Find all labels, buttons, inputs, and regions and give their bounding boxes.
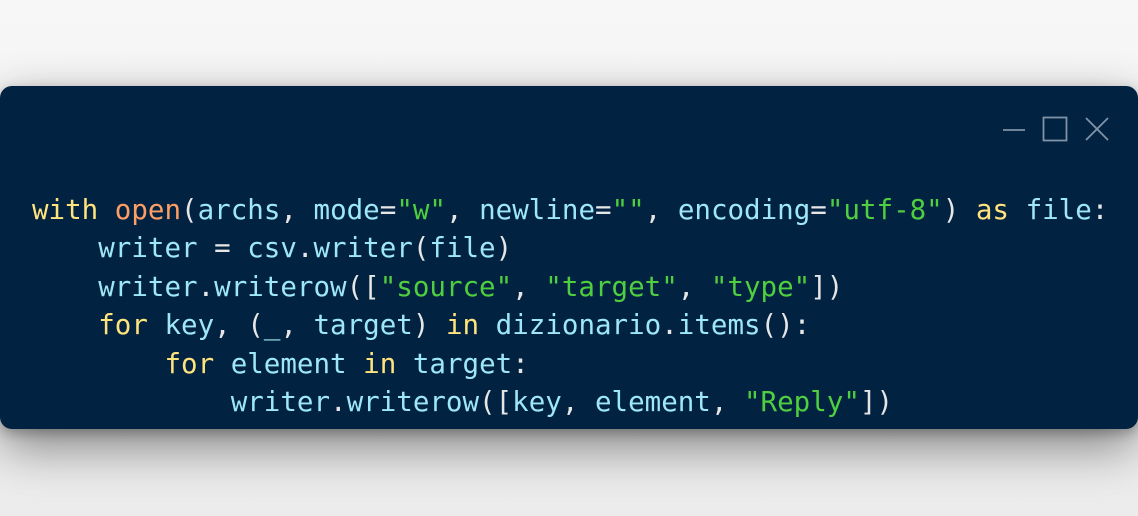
code-token: open [114,194,182,226]
code-token: writer [98,270,198,303]
code-token: , [561,385,595,418]
code-token: . [661,309,678,342]
code-token: for [164,347,215,380]
code-token: writer [313,232,413,265]
window-controls [1002,116,1110,142]
close-icon [1085,117,1109,141]
code-token: "utf-8" [826,194,943,226]
code-token: with [32,194,99,226]
maximize-icon [1042,116,1068,142]
code-token: in [445,309,480,342]
code-token: , ( [214,309,264,342]
code-token: writerow [346,385,480,418]
code-token: encoding [677,194,811,226]
code-token: as [975,194,1009,226]
minimize-icon [1003,129,1025,131]
code-token: items [677,309,761,342]
code-token: , [710,385,744,418]
code-token: dizionario [495,309,662,342]
code-window: with open(archs, mode="w", newline="", e… [0,86,1138,429]
code-token: writer [230,385,331,418]
code-token: . [330,385,347,418]
code-line: writer.writerow([key, element, "Reply"]) [32,383,1108,421]
code-token: archs [197,194,281,226]
code-line: for key, (_, target) in dizionario.items… [32,306,1108,344]
code-token: (): [760,309,811,342]
code-token: = [595,194,612,226]
code-token: "type" [710,270,811,303]
code-token: ]) [859,385,894,418]
code-token: target [412,347,513,380]
close-button[interactable] [1084,116,1110,142]
code-token: target [313,309,413,342]
code-token: . [296,232,314,265]
code-token: ) [942,194,976,226]
code-token: key [512,385,562,418]
code-token: , [512,270,546,303]
code-token: ( [412,232,430,265]
code-token: , [644,194,678,226]
code-token: ) [412,309,446,342]
code-token: , [445,194,480,226]
code-token: ( [181,194,198,226]
code-token: "" [611,194,645,226]
code-token: mode [313,194,380,226]
code-token: = [379,194,397,226]
code-token: "Reply" [744,385,860,418]
code-token: . [197,270,215,303]
code-line: writer.writerow(["source", "target", "ty… [32,268,1108,306]
code-token: ([ [346,270,380,303]
code-token: = [810,194,827,226]
code-token: "w" [396,194,446,226]
code-token: _ [263,309,281,342]
code-token: newline [479,194,596,226]
code-token: key [164,309,215,342]
code-token: ]) [810,270,844,303]
code-token: for [98,309,148,342]
code-token: file [1025,194,1092,226]
code-token: "source" [379,270,513,303]
code-token: writer [98,232,198,265]
code-token: : [512,347,529,380]
code-token: csv [247,232,297,265]
code-token: ) [495,232,513,265]
code-token: element [230,347,347,380]
code-token: writerow [214,270,347,303]
code-token: ([ [479,385,513,418]
code-token: element [594,385,711,418]
code-token: , [280,309,314,342]
code-line: for element in target: [32,345,1108,383]
minimize-button[interactable] [1002,117,1026,141]
maximize-button[interactable] [1042,116,1068,142]
code-token: , [677,270,711,303]
code-line: with open(archs, mode="w", newline="", e… [32,191,1108,229]
code-token: = [197,232,248,265]
code-token: : [1091,194,1109,226]
code-line: writer = csv.writer(file) [32,229,1108,267]
code-token: , [280,194,314,226]
code-block: with open(archs, mode="w", newline="", e… [32,191,1108,421]
code-token: in [363,347,397,380]
code-token: file [429,232,496,265]
code-token: "target" [545,270,678,303]
